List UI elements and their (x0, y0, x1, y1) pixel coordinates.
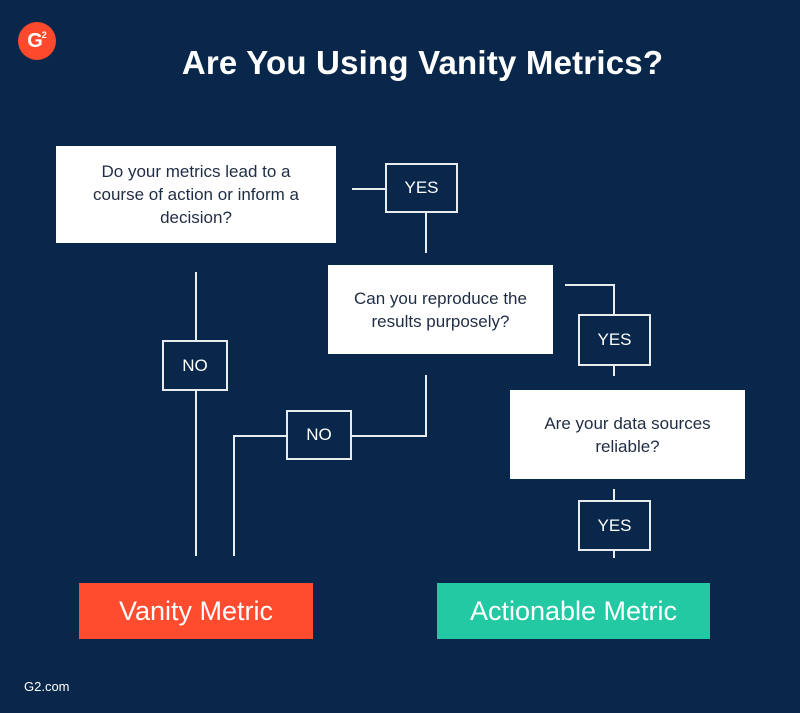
actionable-metric-result: Actionable Metric (437, 583, 710, 639)
connector-line (613, 284, 615, 314)
connector-line (233, 435, 235, 556)
no-label: NO (286, 410, 352, 460)
footer-source: G2.com (24, 679, 70, 694)
yes-label: YES (578, 314, 651, 366)
logo-sup: 2 (41, 30, 47, 40)
connector-line (425, 213, 427, 253)
yes-label: YES (578, 500, 651, 551)
connector-line (613, 551, 615, 558)
connector-line (195, 272, 197, 556)
page-title: Are You Using Vanity Metrics? (181, 44, 664, 81)
connector-line (352, 188, 385, 190)
connector-line (233, 435, 286, 437)
question-box-actionable: Do your metrics lead to a course of acti… (56, 146, 336, 243)
connector-line (613, 489, 615, 500)
connector-line (425, 375, 427, 437)
connector-line (613, 366, 615, 376)
question-box-reproduce: Can you reproduce the results purposely? (328, 265, 553, 354)
connector-line (565, 284, 615, 286)
no-label: NO (162, 340, 228, 391)
vanity-metric-result: Vanity Metric (79, 583, 313, 639)
yes-label: YES (385, 163, 458, 213)
connector-line (352, 435, 427, 437)
question-box-reliable: Are your data sources reliable? (510, 390, 745, 479)
